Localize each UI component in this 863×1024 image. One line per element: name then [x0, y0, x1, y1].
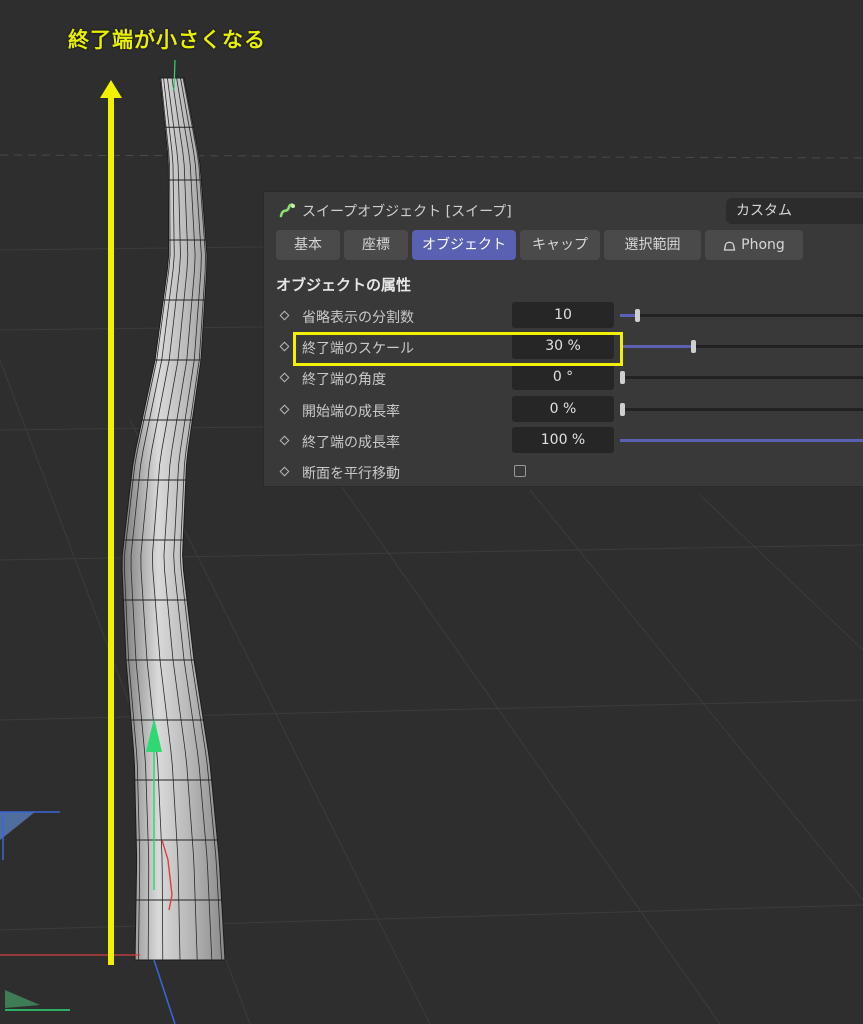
mode-dropdown[interactable]: カスタム: [726, 198, 863, 224]
slider-handle[interactable]: [690, 340, 696, 353]
arrow-annotation: [100, 80, 122, 965]
tab-label: 基本: [294, 237, 322, 253]
3d-viewport[interactable]: [0, 0, 863, 1024]
param-label: 省略表示の分割数: [302, 310, 414, 326]
parallel-movement-checkbox[interactable]: [514, 465, 526, 477]
section-title: オブジェクトの属性: [276, 276, 412, 294]
param-slider[interactable]: [620, 439, 863, 442]
panel-header: スイープオブジェクト [スイープ] カスタム: [264, 192, 863, 226]
tab-basic[interactable]: 基本: [276, 230, 340, 260]
tab-caps[interactable]: キャップ: [520, 230, 600, 260]
param-slider[interactable]: [620, 403, 863, 416]
param-slider[interactable]: [620, 309, 863, 322]
keyframe-diamond-icon[interactable]: [279, 435, 290, 446]
param-slider[interactable]: [620, 371, 863, 384]
param-row-end-growth: 終了端の成長率 100 %: [264, 427, 863, 455]
param-label: 開始端の成長率: [302, 404, 400, 420]
param-value-field[interactable]: 100 %: [512, 427, 614, 453]
param-slider[interactable]: [620, 340, 863, 353]
tab-label: 選択範囲: [624, 237, 681, 253]
annotation-label: 終了端が小さくなる: [68, 28, 266, 52]
keyframe-diamond-icon[interactable]: [279, 310, 290, 321]
slider-handle[interactable]: [620, 371, 625, 384]
param-value-field[interactable]: 0 %: [512, 396, 614, 422]
param-value-field[interactable]: 0 °: [512, 364, 614, 390]
attribute-panel: スイープオブジェクト [スイープ] カスタム 基本 座標 オブジェクト キャップ…: [264, 192, 863, 486]
tab-label: キャップ: [532, 237, 588, 253]
phong-bell-icon: [723, 241, 736, 251]
param-row-parallel-movement: 断面を平行移動: [264, 458, 863, 486]
param-row-segments: 省略表示の分割数 10: [264, 302, 863, 330]
param-label: 終了端の成長率: [302, 435, 400, 451]
keyframe-diamond-icon[interactable]: [279, 466, 290, 477]
slider-handle[interactable]: [635, 309, 640, 322]
param-label: 終了端の角度: [302, 372, 386, 388]
param-value-field[interactable]: 10: [512, 302, 614, 328]
param-label: 断面を平行移動: [302, 466, 400, 482]
tab-label: Phong: [741, 237, 785, 253]
tab-phong[interactable]: Phong: [705, 230, 803, 260]
tab-object[interactable]: オブジェクト: [412, 230, 516, 260]
swept-tube[interactable]: [121, 77, 226, 961]
param-row-end-scale: 終了端のスケール 30 %: [264, 333, 863, 361]
tab-label: オブジェクト: [422, 237, 506, 253]
slider-handle[interactable]: [620, 403, 625, 416]
param-row-end-rotation: 終了端の角度 0 °: [264, 364, 863, 392]
param-row-start-growth: 開始端の成長率 0 %: [264, 396, 863, 424]
tab-coordinates[interactable]: 座標: [344, 230, 408, 260]
orientation-widget: [0, 811, 70, 1011]
keyframe-diamond-icon[interactable]: [279, 341, 290, 352]
tab-label: 座標: [362, 237, 390, 253]
panel-title: スイープオブジェクト [スイープ]: [302, 204, 512, 220]
sweep-icon: [279, 203, 295, 218]
param-value-field[interactable]: 30 %: [512, 333, 614, 359]
param-label: 終了端のスケール: [302, 341, 414, 357]
tab-selection[interactable]: 選択範囲: [604, 230, 701, 260]
keyframe-diamond-icon[interactable]: [279, 372, 290, 383]
keyframe-diamond-icon[interactable]: [279, 404, 290, 415]
